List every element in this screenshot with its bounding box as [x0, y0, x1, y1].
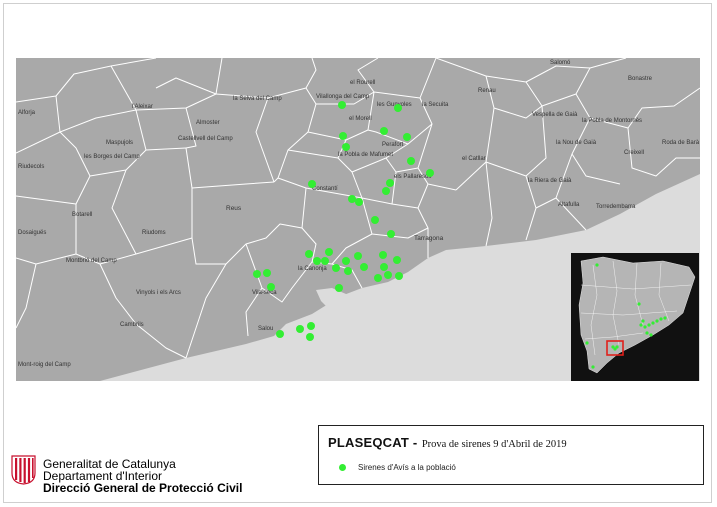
- siren-marker[interactable]: [253, 270, 261, 278]
- siren-marker[interactable]: [276, 330, 284, 338]
- label-vinyols-i-els-arcs: Vinyols i els Arcs: [136, 290, 181, 296]
- siren-marker[interactable]: [296, 325, 304, 333]
- siren-marker[interactable]: [305, 250, 313, 258]
- legend-title-rest: Prova de sirenes 9 d'Abril de 2019: [421, 439, 567, 450]
- label-les-borges-del-camp: les Borges del Camp: [84, 154, 140, 160]
- label-vespella-de-gaia: Vespella de Gaià: [532, 112, 578, 118]
- label-la-pobla-de-mafumet: la Pobla de Mafumet: [338, 152, 393, 158]
- legend-item-label: Sirenes d'Avís a la població: [358, 463, 456, 472]
- label-dosaigues: Dosaiguës: [18, 230, 46, 236]
- siren-marker[interactable]: [308, 180, 316, 188]
- label-els-pallaresos: els Pallaresos: [394, 174, 431, 180]
- legend-title-bold: PLASEQCAT -: [328, 435, 418, 450]
- siren-marker[interactable]: [338, 101, 346, 109]
- label-alforja: Alforja: [18, 110, 36, 116]
- label-el-catllar: el Catllar: [462, 156, 486, 162]
- siren-marker[interactable]: [325, 248, 333, 256]
- legend-title: PLASEQCAT - Prova de sirenes 9 d'Abril d…: [328, 434, 567, 452]
- label-renau: Renau: [478, 88, 496, 94]
- label-mont-roig-del-camp: Mont-roig del Camp: [18, 362, 71, 368]
- label-riudoms: Riudoms: [142, 230, 166, 236]
- siren-marker[interactable]: [332, 264, 340, 272]
- siren-marker[interactable]: [313, 257, 321, 265]
- label-montbrio-del-camp: Montbrió del Camp: [66, 258, 117, 264]
- label-bonastre: Bonastre: [628, 76, 653, 82]
- label-roda-de-bara: Roda de Barà: [662, 140, 700, 146]
- siren-marker[interactable]: [395, 272, 403, 280]
- label-almoster: Almoster: [196, 120, 220, 126]
- siren-marker[interactable]: [426, 169, 434, 177]
- siren-marker[interactable]: [342, 143, 350, 151]
- siren-marker[interactable]: [321, 257, 329, 265]
- label-reus: Reus: [226, 205, 242, 212]
- label-la-nou-de-gaia: la Nou de Gaià: [556, 140, 597, 146]
- siren-legend-icon: [339, 464, 346, 471]
- label-creixell: Creixell: [624, 150, 644, 156]
- label-perafort: Perafort: [382, 142, 404, 148]
- label-el-morell: el Morell: [349, 116, 372, 122]
- siren-marker[interactable]: [380, 127, 388, 135]
- siren-marker[interactable]: [335, 284, 343, 292]
- siren-marker[interactable]: [407, 157, 415, 165]
- label-constanti: Constantí: [312, 186, 338, 192]
- siren-marker[interactable]: [307, 322, 315, 330]
- legend-item: Sirenes d'Avís a la població: [339, 463, 456, 472]
- siren-marker[interactable]: [374, 274, 382, 282]
- label-salomo: Salomó: [550, 60, 571, 66]
- siren-marker[interactable]: [267, 283, 275, 291]
- label-aleixar: l'Aleixar: [132, 104, 153, 110]
- siren-marker[interactable]: [354, 252, 362, 260]
- siren-marker[interactable]: [344, 267, 352, 275]
- siren-marker[interactable]: [379, 251, 387, 259]
- siren-marker[interactable]: [339, 132, 347, 140]
- label-la-pobla-de-montornes: la Pobla de Montornès: [582, 118, 642, 124]
- label-castellvell-del-camp: Castellvell del Camp: [178, 136, 233, 142]
- siren-marker[interactable]: [403, 133, 411, 141]
- siren-marker[interactable]: [386, 179, 394, 187]
- label-botarell: Botarell: [72, 212, 92, 218]
- legend-box: PLASEQCAT - Prova de sirenes 9 d'Abril d…: [318, 425, 704, 485]
- inset-svg: [573, 255, 697, 379]
- label-la-secuita: la Secuita: [422, 102, 449, 108]
- label-el-rourell: el Rourell: [350, 80, 375, 86]
- siren-marker[interactable]: [306, 333, 314, 341]
- siren-marker[interactable]: [371, 216, 379, 224]
- siren-marker[interactable]: [393, 256, 401, 264]
- organization-block: Generalitat de Catalunya Departament d'I…: [43, 458, 242, 494]
- siren-marker[interactable]: [394, 104, 402, 112]
- label-vilallonga-del-camp: Vilallonga del Camp: [316, 94, 370, 100]
- siren-marker[interactable]: [355, 198, 363, 206]
- label-la-selva-del-camp: la Selva del Camp: [233, 96, 282, 102]
- siren-marker[interactable]: [263, 269, 271, 277]
- inset-map[interactable]: [571, 253, 699, 381]
- label-altafulla: Altafulla: [558, 202, 580, 208]
- siren-marker[interactable]: [382, 187, 390, 195]
- label-cambrils: Cambrils: [120, 322, 144, 328]
- generalitat-logo-icon: [11, 455, 36, 485]
- label-la-riera-de-gaia: la Riera de Gaià: [528, 178, 572, 184]
- siren-marker[interactable]: [342, 257, 350, 265]
- org-line-3: Direcció General de Protecció Civil: [43, 481, 243, 495]
- siren-marker[interactable]: [348, 195, 356, 203]
- label-la-canonja: la Canonja: [298, 266, 327, 272]
- label-salou: Salou: [258, 326, 273, 332]
- siren-marker[interactable]: [384, 271, 392, 279]
- label-tarragona: Tarragona: [414, 235, 444, 242]
- label-vila-seca: Vila-seca: [252, 290, 277, 296]
- label-maspujols: Maspujols: [106, 140, 133, 146]
- siren-marker[interactable]: [387, 230, 395, 238]
- siren-marker[interactable]: [380, 263, 388, 271]
- label-riudecols: Riudecols: [18, 164, 44, 170]
- siren-marker[interactable]: [360, 263, 368, 271]
- label-torredembarra: Torredembarra: [596, 204, 636, 210]
